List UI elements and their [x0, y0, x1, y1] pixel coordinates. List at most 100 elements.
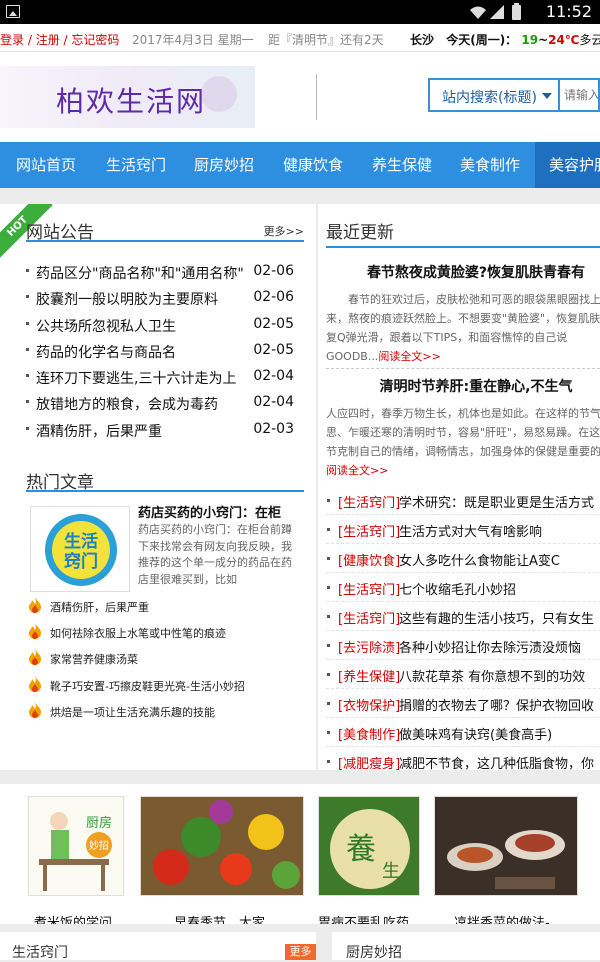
search-scope-select[interactable]: 站内搜索(标题) — [428, 78, 560, 112]
notice-more-link[interactable]: 更多>> — [264, 223, 304, 239]
list-item[interactable]: [养生保健] 八款花草茶 有你意想不到的功效 — [326, 660, 600, 689]
article-body: 春节的狂欢过后，皮肤松弛和可恶的眼袋黑眼圈找上门来，熬夜的痕迹跃然脸上。不想要变… — [326, 290, 600, 366]
list-item[interactable]: [去污除渍] 各种小妙招让你去除污渍没烦恼 — [326, 631, 600, 660]
nav-item-health-care[interactable]: 养生保健 — [372, 142, 432, 188]
update-title[interactable]: 学术研究：既是职业更是生活方式 — [399, 492, 594, 511]
list-item[interactable]: 如何祛除衣服上水笔或中性笔的痕迹 — [28, 620, 308, 646]
category-tag[interactable]: [美食制作] — [338, 724, 400, 743]
login-link[interactable]: 登录 — [0, 33, 24, 47]
update-title[interactable]: 减肥不节食，这几种低脂食物，你 — [399, 753, 594, 770]
list-item[interactable]: 酒精伤肝，后果严重 02-03 — [26, 418, 304, 444]
bullet — [26, 295, 29, 299]
notice-header: 网站公告 更多>> — [0, 204, 316, 243]
gallery-image[interactable]: 厨房 妙招 — [28, 796, 124, 896]
list-item[interactable]: [生活窍门] 学术研究：既是职业更是生活方式 — [326, 486, 600, 515]
list-item[interactable]: 靴子巧安置-巧擦皮鞋更光亮-生活小妙招 — [28, 673, 308, 699]
gallery-notification-icon — [6, 5, 20, 18]
nav-item-beauty[interactable]: 美容护肤 — [535, 142, 600, 188]
update-title[interactable]: 八款花草茶 有你意想不到的功效 — [399, 666, 585, 685]
site-logo[interactable]: 柏欢生活网 — [0, 66, 255, 128]
article-divider — [326, 368, 600, 369]
list-item[interactable]: 酒精伤肝，后果严重 — [28, 594, 308, 620]
bullet — [327, 586, 330, 589]
search-scope-label: 站内搜索(标题) — [442, 90, 537, 106]
recent-title: 最近更新 — [326, 223, 394, 243]
flame-icon — [29, 675, 41, 692]
nav-item-life-tips[interactable]: 生活窍门 — [106, 142, 166, 188]
list-item[interactable]: 药品区分"商品名称"和"通用名称" 02-06 — [26, 260, 304, 286]
bullet — [327, 673, 330, 676]
list-item[interactable]: [衣物保护] 捐赠的衣物去了哪？保护衣物回收 — [326, 689, 600, 718]
update-title[interactable]: 这些有趣的生活小技巧，只有女生 — [399, 608, 594, 627]
image-gallery: 厨房 妙招 煮米饭的学问 早春季节，大家 養 生 胃病不要乱吃药, 凉拌香菜的做… — [0, 784, 600, 924]
update-title[interactable]: 做美味鸡有诀窍(美食高手) — [399, 724, 552, 743]
list-item[interactable]: [健康饮食] 女人多吃什么食物能让A变C — [326, 544, 600, 573]
featured-title[interactable]: 药店买药的小窍门：在柜 — [138, 502, 304, 521]
nav-item-healthy-diet[interactable]: 健康饮食 — [283, 142, 343, 188]
list-item[interactable]: 家常营养健康汤菜 — [28, 646, 308, 672]
gallery-caption[interactable]: 早春季节，大家 — [174, 912, 265, 924]
update-title[interactable]: 女人多吃什么食物能让A变C — [399, 550, 560, 569]
category-tag[interactable]: [生活窍门] — [338, 521, 400, 540]
gallery-caption[interactable]: 胃病不要乱吃药, — [318, 912, 413, 924]
read-more-link[interactable]: 阅读全文>> — [326, 464, 388, 477]
category-tag[interactable]: [健康饮食] — [338, 550, 400, 569]
article-summary: 春节的狂欢过后，皮肤松弛和可恶的眼袋黑眼圈找上门来，熬夜的痕迹跃然脸上。不想要变… — [326, 293, 600, 363]
weather-temp-sep: ~ — [538, 33, 549, 47]
article-title[interactable]: 春节熬夜成黄脸婆?恢复肌肤青春有 — [326, 262, 600, 282]
status-bar: 11:52 — [0, 0, 600, 24]
gallery-image[interactable] — [434, 796, 578, 896]
gallery-image[interactable]: 養 生 — [318, 796, 420, 896]
image-label-1: 養 — [346, 832, 376, 867]
list-item[interactable]: [生活窍门] 这些有趣的生活小技巧，只有女生 — [326, 602, 600, 631]
nav-item-home[interactable]: 网站首页 — [16, 142, 76, 188]
gallery-image[interactable] — [140, 796, 304, 896]
list-item[interactable]: [生活窍门] 生活方式对大气有啥影响 — [326, 515, 600, 544]
category-tag[interactable]: [减肥瘦身] — [338, 753, 400, 770]
forgot-password-link[interactable]: 忘记密码 — [71, 33, 119, 47]
list-item[interactable]: 公共场所忽视私人卫生 02-05 — [26, 313, 304, 339]
weather-condition: 多云 — [579, 33, 600, 47]
gallery-caption[interactable]: 凉拌香菜的做法- — [454, 912, 550, 924]
category-tag[interactable]: [养生保健] — [338, 666, 400, 685]
read-more-link[interactable]: 阅读全文>> — [378, 350, 440, 363]
article-title[interactable]: 清明时节养肝:重在静心,不生气 — [326, 376, 600, 396]
register-link[interactable]: 注册 — [36, 33, 60, 47]
bullet — [26, 269, 29, 272]
kitchen-tips-section-title: 厨房妙招 — [346, 945, 402, 961]
notice-item-date: 02-05 — [253, 315, 294, 332]
list-item[interactable]: 放错地方的粮食，会成为毒药 02-04 — [26, 391, 304, 417]
featured-article[interactable]: 生活 窍门 药店买药的小窍门：在柜 药店买药的小窍门：在柜台前蹲下来找常会有网友… — [30, 502, 306, 602]
category-tag[interactable]: [生活窍门] — [338, 608, 400, 627]
update-title[interactable]: 生活方式对大气有啥影响 — [399, 521, 542, 540]
list-item[interactable]: 连环刀下要逃生,三十六计走为上 02-04 — [26, 365, 304, 391]
nav-item-kitchen-tips[interactable]: 厨房妙招 — [194, 142, 254, 188]
list-item[interactable]: 药品的化学名与商品名 02-05 — [26, 339, 304, 365]
bullet — [327, 702, 330, 705]
list-item[interactable]: 烘焙是一项让生活充满乐趣的技能 — [28, 699, 308, 725]
nav-item-food-making[interactable]: 美食制作 — [460, 142, 520, 188]
flame-icon — [29, 649, 41, 666]
kitchen-tips-section-header: 厨房妙招 — [332, 932, 600, 961]
bullet — [327, 760, 330, 763]
bullet — [26, 400, 29, 404]
update-title[interactable]: 各种小妙招让你去除污渍没烦恼 — [399, 637, 581, 656]
update-title[interactable]: 捐赠的衣物去了哪？保护衣物回收 — [399, 695, 594, 714]
update-title[interactable]: 七个收缩毛孔小妙招 — [399, 579, 516, 598]
notice-list: 药品区分"商品名称"和"通用名称" 02-06 胶囊剂一般以明胶为主要原料 02-0… — [26, 260, 304, 444]
more-button[interactable]: 更多 — [285, 944, 316, 960]
gallery-caption[interactable]: 煮米饭的学问 — [34, 912, 112, 924]
bullet — [26, 321, 29, 325]
featured-thumbnail[interactable]: 生活 窍门 — [30, 506, 130, 592]
list-item[interactable]: 胶囊剂一般以明胶为主要原料 02-06 — [26, 286, 304, 312]
category-tag[interactable]: [衣物保护] — [338, 695, 400, 714]
category-tag[interactable]: [生活窍门] — [338, 492, 400, 511]
category-tag[interactable]: [去污除渍] — [338, 637, 400, 656]
list-item[interactable]: [生活窍门] 七个收缩毛孔小妙招 — [326, 573, 600, 602]
list-item[interactable]: [减肥瘦身] 减肥不节食，这几种低脂食物，你 — [326, 747, 600, 770]
flame-icon — [29, 701, 41, 718]
list-item[interactable]: [美食制作] 做美味鸡有诀窍(美食高手) — [326, 718, 600, 747]
search-input[interactable] — [560, 78, 600, 112]
category-tag[interactable]: [生活窍门] — [338, 579, 400, 598]
left-panel: HOT 网站公告 更多>> 药品区分"商品名称"和"通用名称" 02-06 胶囊剂… — [0, 204, 316, 770]
